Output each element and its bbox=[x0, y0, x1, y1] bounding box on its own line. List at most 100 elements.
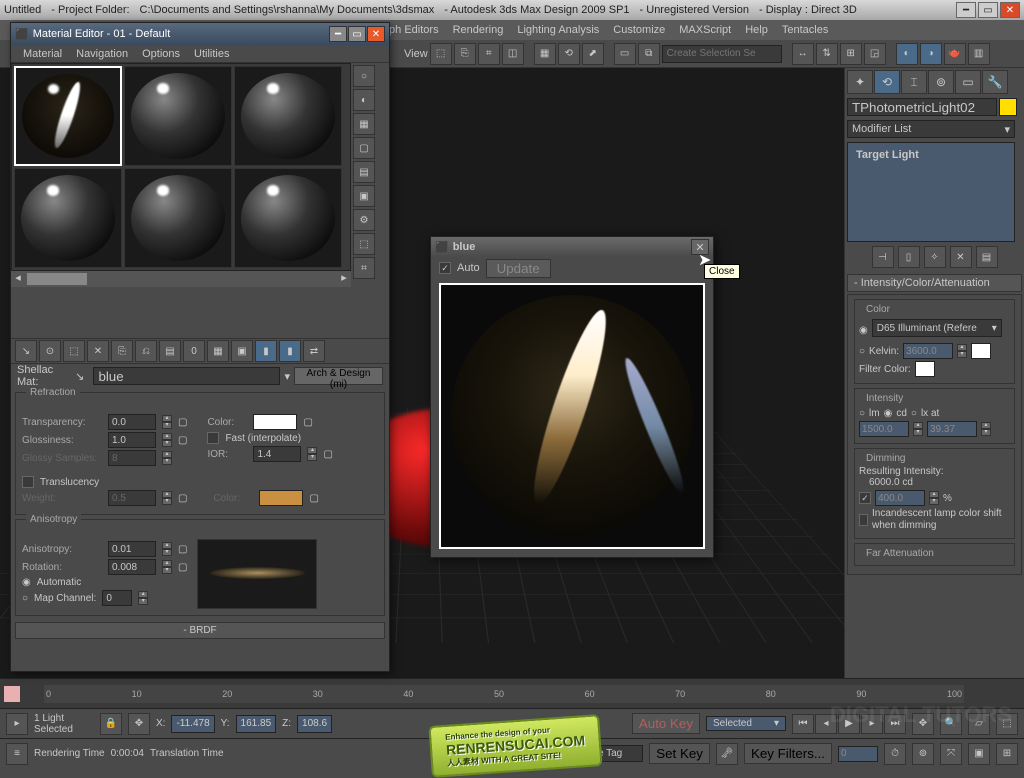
coord-y[interactable]: 161.85 bbox=[236, 715, 277, 733]
translucency-checkbox[interactable] bbox=[22, 476, 34, 488]
incandescent-checkbox[interactable] bbox=[859, 514, 868, 526]
background-icon[interactable]: ▦ bbox=[353, 113, 375, 135]
coord-mode-icon[interactable]: ✥ bbox=[128, 713, 150, 735]
time-slider-handle[interactable] bbox=[4, 686, 20, 702]
preview-close-button[interactable]: ✕ bbox=[691, 239, 709, 255]
transparency-map-slot[interactable]: ▢ bbox=[178, 417, 187, 428]
stack-configure-icon[interactable]: ▤ bbox=[976, 246, 998, 268]
toolbar-btn-2[interactable]: ⎘ bbox=[454, 43, 476, 65]
radio-cd[interactable]: ◉ bbox=[884, 408, 893, 419]
toolbar-btn-14[interactable]: ◐ bbox=[896, 43, 918, 65]
sample-uv-icon[interactable]: ▢ bbox=[353, 137, 375, 159]
sample-slot-1[interactable] bbox=[14, 66, 122, 166]
sample-scroll-h[interactable]: ◂▸ bbox=[11, 271, 351, 287]
toolbar-btn-5[interactable]: ▦ bbox=[534, 43, 556, 65]
rotation-spinner[interactable] bbox=[108, 559, 156, 575]
options-icon[interactable]: ⚙ bbox=[353, 209, 375, 231]
video-check-icon[interactable]: ▤ bbox=[353, 161, 375, 183]
toolbar-btn-11[interactable]: ⇅ bbox=[816, 43, 838, 65]
toolbar-btn-8[interactable]: ▭ bbox=[614, 43, 636, 65]
reset-map-icon[interactable]: ✕ bbox=[87, 340, 109, 362]
menu-maxscript[interactable]: MAXScript bbox=[673, 22, 737, 38]
kelvin-spin-buttons[interactable]: ▴▾ bbox=[957, 344, 967, 358]
material-editor-titlebar[interactable]: ⬛ Material Editor - 01 - Default ━ ▭ ✕ bbox=[11, 23, 389, 45]
toolbar-btn-12[interactable]: ⊞ bbox=[840, 43, 862, 65]
make-preview-icon[interactable]: ▣ bbox=[353, 185, 375, 207]
selection-set-input[interactable] bbox=[662, 45, 782, 63]
mat-minimize-button[interactable]: ━ bbox=[329, 26, 347, 42]
mat-map-nav-icon[interactable]: ⌗ bbox=[353, 257, 375, 279]
mat-menu-utilities[interactable]: Utilities bbox=[188, 47, 235, 61]
radio-map-channel[interactable]: ○ bbox=[22, 593, 28, 604]
close-button[interactable]: ✕ bbox=[1000, 2, 1020, 18]
cmd-tab-hierarchy[interactable]: ⌶ bbox=[901, 70, 927, 94]
preview-auto-checkbox[interactable]: ✓ bbox=[439, 262, 451, 274]
nav-min-icon[interactable]: ⊞ bbox=[996, 743, 1018, 765]
lock-icon[interactable]: 🔒 bbox=[100, 713, 122, 735]
menu-customize[interactable]: Customize bbox=[607, 22, 671, 38]
make-unique-icon[interactable]: ⎌ bbox=[135, 340, 157, 362]
track-open-icon[interactable]: ▸ bbox=[6, 713, 28, 735]
toolbar-btn-13[interactable]: ◲ bbox=[864, 43, 886, 65]
glossiness-map-slot[interactable]: ▢ bbox=[178, 435, 187, 446]
intensity-spinner-a[interactable] bbox=[859, 421, 909, 437]
modifier-list-dropdown[interactable]: Modifier List▾ bbox=[847, 120, 1015, 138]
object-color-swatch[interactable] bbox=[999, 98, 1017, 116]
filter-color-swatch[interactable] bbox=[915, 361, 935, 377]
preview-titlebar[interactable]: ⬛ blue ✕ bbox=[431, 237, 713, 257]
stack-make-unique-icon[interactable]: ✧ bbox=[924, 246, 946, 268]
glossiness-spinner[interactable] bbox=[108, 432, 156, 448]
script-listener-icon[interactable]: ≡ bbox=[6, 743, 28, 765]
radio-automatic[interactable]: ◉ bbox=[22, 577, 31, 588]
cmd-tab-modify[interactable]: ⟲ bbox=[874, 70, 900, 94]
mat-close-button[interactable]: ✕ bbox=[367, 26, 385, 42]
menu-tentacles[interactable]: Tentacles bbox=[776, 22, 834, 38]
toolbar-btn-7[interactable]: ⬈ bbox=[582, 43, 604, 65]
toolbar-btn-3[interactable]: ⌗ bbox=[478, 43, 500, 65]
menu-help[interactable]: Help bbox=[739, 22, 774, 38]
preview-update-button[interactable]: Update bbox=[486, 259, 551, 278]
rollup-intensity-header[interactable]: - Intensity/Color/Attenuation bbox=[847, 274, 1022, 292]
mat-menu-navigation[interactable]: Navigation bbox=[70, 47, 134, 61]
stack-remove-icon[interactable]: ✕ bbox=[950, 246, 972, 268]
toolbar-btn-9[interactable]: ⧉ bbox=[638, 43, 660, 65]
menu-rendering[interactable]: Rendering bbox=[447, 22, 510, 38]
show-end-result-icon[interactable]: ▣ bbox=[231, 340, 253, 362]
intensity-spinner-b[interactable] bbox=[927, 421, 977, 437]
pick-icon[interactable]: ↘ bbox=[75, 370, 89, 383]
sample-slot-3[interactable] bbox=[234, 66, 342, 166]
dimming-checkbox[interactable]: ✓ bbox=[859, 492, 871, 504]
select-by-mat-icon[interactable]: ⬚ bbox=[353, 233, 375, 255]
kelvin-spinner[interactable] bbox=[903, 343, 953, 359]
ior-spinner[interactable] bbox=[253, 446, 301, 462]
time-ruler[interactable]: 0 10 20 30 40 50 60 70 80 90 100 bbox=[44, 685, 964, 703]
radio-d65[interactable]: ◉ bbox=[859, 325, 868, 336]
backlight-icon[interactable]: ◐ bbox=[353, 89, 375, 111]
mat-maximize-button[interactable]: ▭ bbox=[348, 26, 366, 42]
toolbar-btn-15[interactable]: ◑ bbox=[920, 43, 942, 65]
toolbar-btn-6[interactable]: ⟲ bbox=[558, 43, 580, 65]
cmd-tab-motion[interactable]: ⊚ bbox=[928, 70, 954, 94]
fast-interpolate-checkbox[interactable] bbox=[207, 432, 219, 444]
put-to-lib-icon[interactable]: ▤ bbox=[159, 340, 181, 362]
name-dropdown-icon[interactable]: ▾ bbox=[284, 370, 290, 383]
dimming-spinner[interactable] bbox=[875, 490, 925, 506]
nav-maximize-icon[interactable]: ▣ bbox=[968, 743, 990, 765]
sample-slot-5[interactable] bbox=[124, 168, 232, 268]
show-map-icon[interactable]: ▦ bbox=[207, 340, 229, 362]
key-mode-dropdown[interactable]: Selected▾ bbox=[706, 716, 786, 731]
make-copy-icon[interactable]: ⎘ bbox=[111, 340, 133, 362]
coord-x[interactable]: -11.478 bbox=[171, 715, 214, 733]
go-parent-icon[interactable]: ▮ bbox=[255, 340, 277, 362]
radio-lxat[interactable]: ○ bbox=[911, 408, 917, 419]
cmd-tab-display[interactable]: ▭ bbox=[955, 70, 981, 94]
menu-lighting-analysis[interactable]: Lighting Analysis bbox=[511, 22, 605, 38]
cmd-tab-utilities[interactable]: 🔧 bbox=[982, 70, 1008, 94]
stack-show-end-icon[interactable]: ▯ bbox=[898, 246, 920, 268]
current-frame-input[interactable] bbox=[838, 746, 878, 762]
rollup-brdf[interactable]: - BRDF bbox=[15, 622, 385, 639]
toolbar-btn-1[interactable]: ⬚ bbox=[430, 43, 452, 65]
object-name-input[interactable] bbox=[847, 98, 997, 116]
map-channel-spinner[interactable] bbox=[102, 590, 132, 606]
get-material-icon[interactable]: ↘ bbox=[15, 340, 37, 362]
